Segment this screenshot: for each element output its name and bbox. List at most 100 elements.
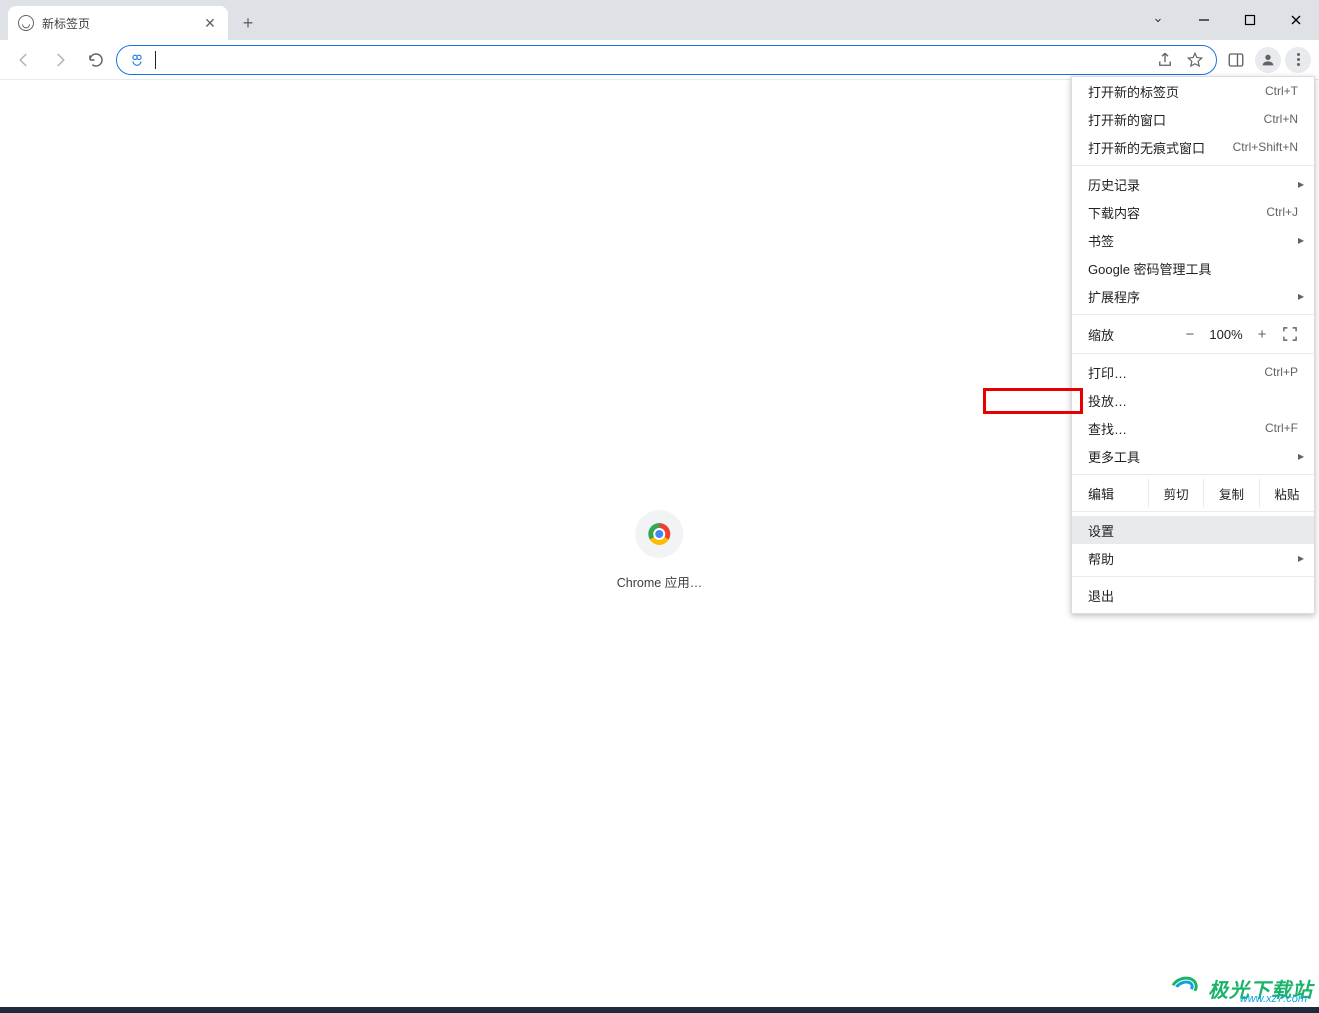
menu-shortcut: Ctrl+Shift+N [1233,140,1298,154]
menu-new-tab[interactable]: 打开新的标签页 Ctrl+T [1072,77,1314,105]
shortcut-label: Chrome 应用… [617,572,702,591]
menu-label: 设置 [1088,521,1114,540]
menu-shortcut: Ctrl+T [1265,84,1298,98]
plus-icon: + [243,13,254,34]
window-controls [1135,0,1319,40]
chrome-main-menu: 打开新的标签页 Ctrl+T 打开新的窗口 Ctrl+N 打开新的无痕式窗口 C… [1071,76,1315,614]
menu-label: 帮助 [1088,549,1114,568]
toolbar [0,40,1319,80]
zoom-value: 100% [1204,327,1248,342]
copy-button[interactable]: 复制 [1203,479,1258,507]
menu-label: 打印… [1088,363,1127,382]
menu-label: 下载内容 [1088,203,1140,222]
menu-new-window[interactable]: 打开新的窗口 Ctrl+N [1072,105,1314,133]
menu-label: 编辑 [1088,484,1148,503]
menu-label: 查找… [1088,419,1127,438]
tab-search-button[interactable] [1135,4,1181,36]
chevron-down-icon [1152,14,1164,26]
menu-separator [1072,165,1314,166]
chrome-menu-button[interactable] [1285,47,1311,73]
menu-label: 退出 [1088,586,1114,605]
minimize-button[interactable] [1181,4,1227,36]
menu-extensions[interactable]: 扩展程序 ▸ [1072,282,1314,310]
profile-button[interactable] [1255,47,1281,73]
menu-shortcut: Ctrl+J [1266,205,1298,219]
forward-button[interactable] [44,44,76,76]
shortcut-tile [636,510,684,558]
share-icon[interactable] [1156,51,1174,69]
more-vert-icon [1297,53,1300,66]
menu-password-manager[interactable]: Google 密码管理工具 [1072,254,1314,282]
menu-label: 更多工具 [1088,447,1140,466]
chevron-right-icon: ▸ [1298,449,1304,463]
menu-settings[interactable]: 设置 [1072,516,1314,544]
menu-label: 扩展程序 [1088,287,1140,306]
menu-label: 投放… [1088,391,1127,410]
omnibox[interactable] [116,45,1217,75]
menu-cast[interactable]: 投放… [1072,386,1314,414]
menu-shortcut: Ctrl+N [1264,112,1298,126]
minimize-icon [1198,14,1210,26]
chevron-right-icon: ▸ [1298,551,1304,565]
menu-label: 历史记录 [1088,175,1140,194]
star-icon[interactable] [1186,51,1204,69]
cut-button[interactable]: 剪切 [1148,479,1203,507]
menu-edit: 编辑 剪切 复制 粘贴 [1072,479,1314,507]
menu-label: 打开新的无痕式窗口 [1088,138,1205,157]
side-panel-icon [1227,51,1245,69]
text-caret [155,51,156,69]
close-window-button[interactable] [1273,4,1319,36]
menu-separator [1072,314,1314,315]
tab-strip: 新标签页 ✕ + [0,0,1319,40]
menu-incognito[interactable]: 打开新的无痕式窗口 Ctrl+Shift+N [1072,133,1314,161]
shortcut-chrome-apps[interactable]: Chrome 应用… [617,510,702,591]
person-icon [1260,52,1276,68]
close-icon [1290,14,1302,26]
menu-shortcut: Ctrl+F [1265,421,1298,435]
watermark-logo-icon [1168,975,1202,1003]
zoom-out-button[interactable]: − [1176,326,1204,343]
search-engine-icon [129,52,145,68]
address-input[interactable] [166,52,1146,68]
globe-icon [18,15,34,31]
arrow-left-icon [15,51,33,69]
menu-label: 打开新的窗口 [1088,110,1166,129]
menu-help[interactable]: 帮助 ▸ [1072,544,1314,572]
menu-separator [1072,474,1314,475]
reload-button[interactable] [80,44,112,76]
chevron-right-icon: ▸ [1298,177,1304,191]
chevron-right-icon: ▸ [1298,289,1304,303]
chevron-right-icon: ▸ [1298,233,1304,247]
tab-title: 新标签页 [42,15,90,32]
menu-bookmarks[interactable]: 书签 ▸ [1072,226,1314,254]
watermark-url: www.xz7.com [1240,993,1307,1005]
menu-more-tools[interactable]: 更多工具 ▸ [1072,442,1314,470]
fullscreen-icon [1283,327,1297,341]
menu-downloads[interactable]: 下载内容 Ctrl+J [1072,198,1314,226]
menu-history[interactable]: 历史记录 ▸ [1072,170,1314,198]
menu-label: Google 密码管理工具 [1088,259,1212,278]
fullscreen-button[interactable] [1276,327,1304,341]
menu-label: 书签 [1088,231,1114,250]
menu-find[interactable]: 查找… Ctrl+F [1072,414,1314,442]
menu-separator [1072,576,1314,577]
taskbar [0,1007,1319,1013]
zoom-in-button[interactable]: + [1248,326,1276,343]
back-button[interactable] [8,44,40,76]
close-tab-icon[interactable]: ✕ [202,15,218,31]
maximize-button[interactable] [1227,4,1273,36]
menu-label: 打开新的标签页 [1088,82,1179,101]
menu-separator [1072,353,1314,354]
new-tab-button[interactable]: + [234,9,262,37]
chrome-icon [649,523,671,545]
menu-zoom: 缩放 − 100% + [1072,319,1314,349]
maximize-icon [1244,14,1256,26]
paste-button[interactable]: 粘贴 [1259,479,1314,507]
browser-tab[interactable]: 新标签页 ✕ [8,6,228,40]
menu-print[interactable]: 打印… Ctrl+P [1072,358,1314,386]
side-panel-button[interactable] [1221,45,1251,75]
menu-separator [1072,511,1314,512]
watermark: 极光下载站 www.xz7.com [1168,974,1313,1003]
reload-icon [87,51,105,69]
menu-exit[interactable]: 退出 [1072,581,1314,609]
